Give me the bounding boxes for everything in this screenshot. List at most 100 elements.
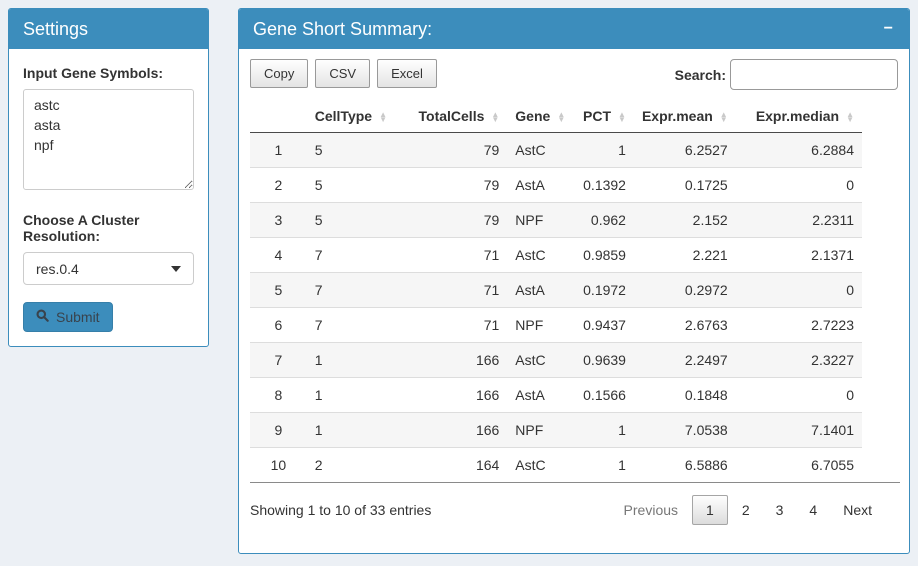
- table-cell: AstA: [507, 378, 574, 413]
- table-cell: 2.2311: [736, 203, 862, 238]
- table-footer: Showing 1 to 10 of 33 entries Previous12…: [250, 495, 898, 525]
- table-cell: 7.0538: [634, 413, 736, 448]
- settings-panel-title: Settings: [23, 19, 88, 40]
- table-container: CellType▲▼TotalCells▲▼Gene▲▼PCT▲▼Expr.me…: [250, 103, 900, 483]
- submit-button-label: Submit: [56, 309, 100, 325]
- table-cell: NPF: [507, 203, 574, 238]
- sort-arrows-icon: ▲▼: [557, 112, 565, 122]
- table-cell: 71: [411, 273, 508, 308]
- sort-arrows-icon: ▲▼: [846, 112, 854, 122]
- column-header-label: TotalCells: [419, 108, 485, 124]
- table-row[interactable]: 91166NPF17.05387.1401: [250, 413, 862, 448]
- table-row[interactable]: 3579NPF0.9622.1522.2311: [250, 203, 862, 238]
- table-cell: 1: [307, 413, 411, 448]
- pagination-previous-button[interactable]: Previous: [612, 495, 690, 525]
- sort-arrows-icon: ▲▼: [379, 112, 387, 122]
- table-cell: 79: [411, 168, 508, 203]
- column-header-pct[interactable]: PCT▲▼: [574, 103, 634, 133]
- pagination-page-1[interactable]: 1: [692, 495, 728, 525]
- pagination-next-button[interactable]: Next: [831, 495, 884, 525]
- table-cell: 79: [411, 133, 508, 168]
- table-cell: 2: [307, 448, 411, 483]
- settings-panel: Settings Input Gene Symbols: astc asta n…: [8, 8, 209, 347]
- table-row[interactable]: 5771AstA0.19720.29720: [250, 273, 862, 308]
- table-cell: 7: [307, 273, 411, 308]
- table-cell: 1: [574, 413, 634, 448]
- table-cell: 0: [736, 378, 862, 413]
- table-cell: 2.7223: [736, 308, 862, 343]
- table-cell: 71: [411, 238, 508, 273]
- chevron-down-icon: [171, 266, 181, 272]
- table-row[interactable]: 1579AstC16.25276.2884: [250, 133, 862, 168]
- table-info: Showing 1 to 10 of 33 entries: [250, 502, 431, 518]
- cluster-resolution-select[interactable]: res.0.4: [23, 252, 194, 285]
- pagination-page-3[interactable]: 3: [764, 495, 796, 525]
- table-cell: 2.152: [634, 203, 736, 238]
- gene-summary-panel-body: CopyCSVExcel Search: CellType ▲▼ TotalCell…: [239, 49, 909, 535]
- sort-arrows-icon: ▲▼: [618, 112, 626, 122]
- copy-button[interactable]: Copy: [250, 59, 308, 88]
- column-header-label: CellType: [315, 108, 372, 124]
- table-cell: 7.1401: [736, 413, 862, 448]
- search-icon: [36, 309, 49, 325]
- table-row[interactable]: 71166AstC0.96392.24972.3227: [250, 343, 862, 378]
- table-row[interactable]: 102164AstC16.58866.7055: [250, 448, 862, 483]
- table-cell: 0.9859: [574, 238, 634, 273]
- table-cell: 0.1566: [574, 378, 634, 413]
- gene-summary-panel: Gene Short Summary: − CopyCSVExcel Searc…: [238, 8, 910, 554]
- table-cell: AstA: [507, 168, 574, 203]
- table-cell: 166: [411, 413, 508, 448]
- row-number-cell: 2: [250, 168, 307, 203]
- gene-symbols-textarea[interactable]: astc asta npf: [23, 89, 194, 190]
- table-cell: 0: [736, 273, 862, 308]
- column-header-label: Expr.median: [756, 108, 839, 124]
- table-cell: 0.962: [574, 203, 634, 238]
- table-row[interactable]: 2579AstA0.13920.17250: [250, 168, 862, 203]
- column-header-gene[interactable]: Gene▲▼: [507, 103, 574, 133]
- table-cell: 166: [411, 378, 508, 413]
- pagination-page-4[interactable]: 4: [797, 495, 829, 525]
- column-header-expr-mean[interactable]: Expr.mean▲▼: [634, 103, 736, 133]
- table-cell: 2.221: [634, 238, 736, 273]
- excel-button[interactable]: Excel: [377, 59, 437, 88]
- search-area: Search:: [675, 59, 898, 90]
- submit-button[interactable]: Submit: [23, 302, 113, 332]
- table-cell: 1: [307, 378, 411, 413]
- column-header-expr-median[interactable]: Expr.median ▲▼: [736, 103, 862, 133]
- gene-symbols-label: Input Gene Symbols:: [23, 65, 194, 81]
- cluster-resolution-selected-value: res.0.4: [36, 261, 79, 277]
- pagination: Previous1234Next: [612, 495, 898, 525]
- column-header-totalcells[interactable]: TotalCells▲▼: [411, 103, 508, 133]
- table-cell: 6.2527: [634, 133, 736, 168]
- column-header-celltype[interactable]: CellType ▲▼: [307, 103, 411, 133]
- table-row[interactable]: 6771NPF0.94372.67632.7223: [250, 308, 862, 343]
- search-input[interactable]: [730, 59, 898, 90]
- table-cell: AstC: [507, 343, 574, 378]
- table-cell: 0.9437: [574, 308, 634, 343]
- table-cell: 1: [574, 133, 634, 168]
- export-button-group: CopyCSVExcel: [250, 59, 437, 88]
- table-cell: 2.6763: [634, 308, 736, 343]
- table-cell: 7: [307, 308, 411, 343]
- table-cell: 0.2972: [634, 273, 736, 308]
- row-number-cell: 8: [250, 378, 307, 413]
- row-number-cell: 1: [250, 133, 307, 168]
- table-cell: 71: [411, 308, 508, 343]
- table-row[interactable]: 4771AstC0.98592.2212.1371: [250, 238, 862, 273]
- collapse-minus-icon[interactable]: −: [882, 21, 895, 37]
- table-cell: 2.2497: [634, 343, 736, 378]
- table-cell: 1: [574, 448, 634, 483]
- csv-button[interactable]: CSV: [315, 59, 370, 88]
- table-cell: 2.3227: [736, 343, 862, 378]
- table-cell: AstC: [507, 448, 574, 483]
- cluster-resolution-label: Choose A Cluster Resolution:: [23, 212, 194, 244]
- table-cell: 0: [736, 168, 862, 203]
- table-cell: AstA: [507, 273, 574, 308]
- row-number-column-header: [250, 103, 307, 133]
- gene-summary-table: CellType▲▼TotalCells▲▼Gene▲▼PCT▲▼Expr.me…: [250, 103, 862, 482]
- pagination-page-2[interactable]: 2: [730, 495, 762, 525]
- table-cell: 0.1848: [634, 378, 736, 413]
- table-cell: 5: [307, 133, 411, 168]
- table-row[interactable]: 81166AstA0.15660.18480: [250, 378, 862, 413]
- table-header: CellType▲▼TotalCells▲▼Gene▲▼PCT▲▼Expr.me…: [250, 103, 862, 133]
